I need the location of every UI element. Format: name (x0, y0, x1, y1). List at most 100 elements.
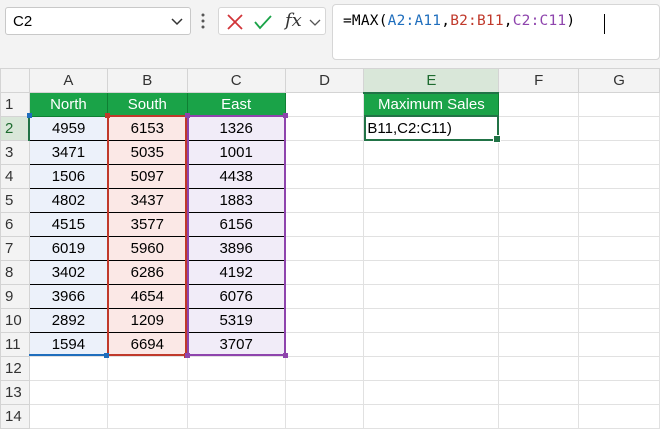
column-header-d[interactable]: D (284, 68, 365, 93)
enter-check-icon[interactable] (254, 14, 272, 30)
chevron-down-icon[interactable] (309, 16, 321, 28)
cell-east[interactable]: 4438 (186, 164, 286, 189)
cell-south[interactable]: 1209 (106, 308, 188, 333)
cell[interactable] (284, 188, 365, 213)
column-header-f[interactable]: F (498, 68, 580, 93)
cell[interactable] (284, 404, 365, 429)
cell[interactable] (106, 404, 188, 429)
cell-south[interactable]: 4654 (106, 284, 188, 309)
cell[interactable] (498, 236, 580, 261)
cell-east[interactable]: 6076 (186, 284, 286, 309)
cell-south[interactable]: 6153 (106, 116, 188, 141)
cell[interactable] (284, 116, 365, 141)
header-maximum-sales[interactable]: Maximum Sales (363, 92, 500, 117)
cell[interactable] (28, 404, 108, 429)
cell[interactable] (498, 404, 580, 429)
column-header-e[interactable]: E (363, 68, 500, 94)
cell-south[interactable]: 6694 (106, 332, 188, 357)
cell[interactable] (363, 404, 500, 429)
cell[interactable] (284, 140, 365, 165)
cell[interactable] (498, 356, 580, 381)
fill-handle[interactable] (493, 135, 501, 143)
row-header-1[interactable]: 1 (0, 92, 30, 117)
cell[interactable] (186, 404, 286, 429)
header-north[interactable]: North (28, 92, 108, 117)
cell-east[interactable]: 6156 (186, 212, 286, 237)
cell[interactable] (498, 284, 580, 309)
cell[interactable] (498, 140, 580, 165)
cell[interactable] (284, 332, 365, 357)
cell[interactable] (363, 380, 500, 405)
cell[interactable] (363, 260, 500, 285)
cell[interactable] (578, 380, 660, 405)
cell[interactable] (578, 308, 660, 333)
cell[interactable] (498, 260, 580, 285)
cell[interactable] (363, 308, 500, 333)
cell[interactable] (284, 284, 365, 309)
row-header-10[interactable]: 10 (0, 308, 30, 333)
cell-north[interactable]: 2892 (28, 308, 108, 333)
cell-north[interactable]: 4959 (28, 116, 108, 141)
cell[interactable] (578, 212, 660, 237)
cell[interactable] (284, 236, 365, 261)
cell[interactable] (284, 380, 365, 405)
row-header-11[interactable]: 11 (0, 332, 30, 357)
cell[interactable] (363, 284, 500, 309)
cell[interactable] (106, 380, 188, 405)
cell[interactable] (578, 164, 660, 189)
cell[interactable] (363, 332, 500, 357)
cell-north[interactable]: 4515 (28, 212, 108, 237)
cell[interactable] (578, 140, 660, 165)
row-header-14[interactable]: 14 (0, 404, 30, 429)
cell-south[interactable]: 5960 (106, 236, 188, 261)
cell[interactable] (28, 380, 108, 405)
cell[interactable] (498, 380, 580, 405)
range-handle[interactable] (104, 353, 109, 358)
more-options-icon[interactable] (200, 12, 206, 30)
cell[interactable] (498, 116, 580, 141)
range-handle[interactable] (283, 353, 288, 358)
cell-north[interactable]: 3471 (28, 140, 108, 165)
row-header-12[interactable]: 12 (0, 356, 30, 381)
header-east[interactable]: East (186, 92, 286, 117)
cell-south[interactable]: 3577 (106, 212, 188, 237)
formula-input[interactable]: =MAX(A2:A11,B2:B11,C2:C11) (332, 4, 660, 60)
cell-east[interactable]: 1001 (186, 140, 286, 165)
row-header-13[interactable]: 13 (0, 380, 30, 405)
column-header-c[interactable]: C (186, 68, 286, 93)
range-handle[interactable] (185, 353, 190, 358)
cell-east[interactable]: 3707 (186, 332, 286, 357)
cell-south[interactable]: 5035 (106, 140, 188, 165)
cell[interactable] (498, 164, 580, 189)
cell-north[interactable]: 3402 (28, 260, 108, 285)
row-header-6[interactable]: 6 (0, 212, 30, 237)
range-handle[interactable] (105, 113, 110, 118)
cell[interactable] (284, 308, 365, 333)
cell[interactable] (498, 212, 580, 237)
cell[interactable] (186, 380, 286, 405)
cell[interactable] (28, 356, 108, 381)
cell[interactable] (363, 188, 500, 213)
chevron-down-icon[interactable] (170, 14, 184, 28)
cell-east[interactable]: 5319 (186, 308, 286, 333)
cell-north[interactable]: 6019 (28, 236, 108, 261)
cell-north[interactable]: 1506 (28, 164, 108, 189)
cell[interactable] (106, 356, 188, 381)
cell[interactable] (363, 212, 500, 237)
cell[interactable] (363, 356, 500, 381)
cell[interactable] (578, 116, 660, 141)
select-all-corner[interactable] (0, 68, 30, 93)
range-handle[interactable] (27, 113, 32, 118)
cell-east[interactable]: 4192 (186, 260, 286, 285)
cancel-x-icon[interactable] (226, 14, 244, 30)
cell[interactable] (363, 140, 500, 165)
cell[interactable] (363, 236, 500, 261)
range-handle[interactable] (283, 113, 288, 118)
cell[interactable] (186, 356, 286, 381)
cell[interactable] (284, 92, 365, 117)
row-header-8[interactable]: 8 (0, 260, 30, 285)
row-header-5[interactable]: 5 (0, 188, 30, 213)
row-header-4[interactable]: 4 (0, 164, 30, 189)
column-header-g[interactable]: G (578, 68, 660, 93)
cell-east[interactable]: 1883 (186, 188, 286, 213)
